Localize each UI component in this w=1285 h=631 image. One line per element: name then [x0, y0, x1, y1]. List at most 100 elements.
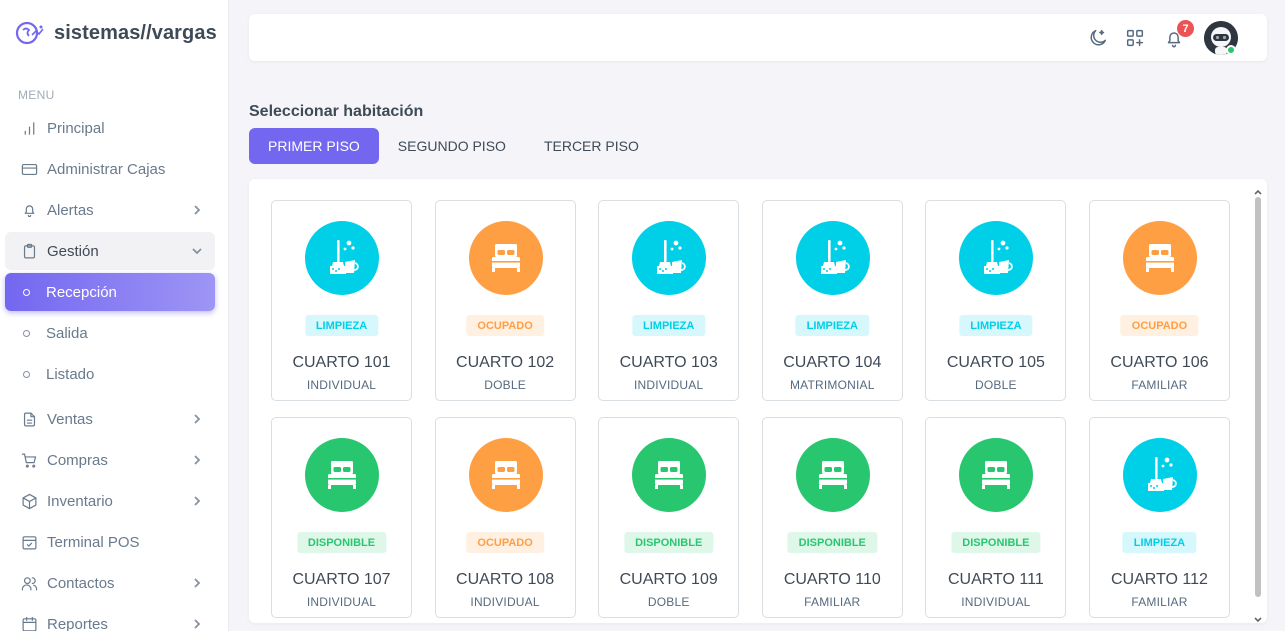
- moon-icon[interactable]: [1086, 26, 1110, 50]
- cleaning-icon: [632, 221, 707, 295]
- cleaning-icon: [795, 221, 870, 295]
- menu-header: MENU: [18, 88, 55, 102]
- sidebar-item-label: Listado: [46, 365, 95, 383]
- room-card[interactable]: DISPONIBLE CUARTO 111 INDIVIDUAL: [925, 417, 1067, 618]
- tab-tercer-piso[interactable]: TERCER PISO: [525, 128, 658, 164]
- top-navbar: 7: [249, 14, 1267, 61]
- tab-segundo-piso[interactable]: SEGUNDO PISO: [379, 128, 525, 164]
- sidebar-item-label: Compras: [47, 451, 108, 469]
- room-card[interactable]: OCUPADO CUARTO 106 FAMILIAR: [1088, 200, 1230, 401]
- chevron-down-icon: [191, 244, 203, 256]
- sidebar-menu: Principal Administrar Cajas Alertas Gest…: [5, 109, 215, 631]
- room-name: CUARTO 102: [456, 354, 555, 371]
- scroll-down-icon[interactable]: [1254, 611, 1262, 623]
- room-name: CUARTO 104: [783, 354, 882, 371]
- bed-icon: [468, 221, 543, 295]
- room-name: CUARTO 106: [1110, 354, 1209, 371]
- cleaning-icon: [959, 221, 1034, 295]
- sidebar-item-label: Contactos: [47, 574, 115, 592]
- bed-icon: [795, 438, 870, 512]
- chevron-right-icon: [191, 203, 203, 215]
- bed-icon: [959, 438, 1034, 512]
- sidebar: sistemas//vargas MENU Principal Administ…: [0, 0, 229, 631]
- rooms-panel: LIMPIEZA CUARTO 101 INDIVIDUAL OCUPADO CUART…: [249, 179, 1267, 623]
- status-badge: LIMPIEZA: [632, 315, 706, 336]
- sidebar-item-administrar-cajas[interactable]: Administrar Cajas: [5, 150, 215, 188]
- sidebar-item-reportes[interactable]: Reportes: [5, 605, 215, 631]
- sidebar-item-salida[interactable]: Salida: [5, 314, 215, 352]
- room-card[interactable]: LIMPIEZA CUARTO 103 INDIVIDUAL: [598, 200, 740, 401]
- chevron-right-icon: [191, 576, 203, 588]
- sidebar-item-alertas[interactable]: Alertas: [5, 191, 215, 229]
- sidebar-item-contactos[interactable]: Contactos: [5, 564, 215, 602]
- floor-tabs: PRIMER PISO SEGUNDO PISO TERCER PISO: [249, 128, 658, 164]
- status-badge: DISPONIBLE: [624, 532, 714, 553]
- calendar-check-icon: [20, 533, 38, 551]
- room-card[interactable]: LIMPIEZA CUARTO 105 DOBLE: [925, 200, 1067, 401]
- chevron-right-icon: [191, 617, 203, 629]
- shopping-cart-icon: [20, 451, 38, 469]
- room-type: INDIVIDUAL: [306, 378, 377, 392]
- bullet-icon: [23, 329, 30, 337]
- sidebar-item-listado[interactable]: Listado: [5, 355, 215, 393]
- room-card[interactable]: DISPONIBLE CUARTO 109 DOBLE: [598, 417, 740, 618]
- sidebar-item-compras[interactable]: Compras: [5, 441, 215, 479]
- room-card[interactable]: OCUPADO CUARTO 108 INDIVIDUAL: [434, 417, 576, 618]
- room-type: INDIVIDUAL: [306, 595, 377, 609]
- room-card[interactable]: DISPONIBLE CUARTO 107 INDIVIDUAL: [271, 417, 412, 618]
- sidebar-item-label: Principal: [47, 119, 105, 137]
- room-name: CUARTO 110: [783, 571, 881, 588]
- brand-logo-icon: [15, 21, 44, 45]
- status-badge: DISPONIBLE: [296, 532, 387, 553]
- status-badge: OCUPADO: [1120, 315, 1199, 336]
- room-type: INDIVIDUAL: [470, 595, 540, 609]
- room-type: INDIVIDUAL: [961, 595, 1031, 609]
- chevron-right-icon: [191, 412, 203, 424]
- grid-plus-icon[interactable]: [1123, 26, 1147, 50]
- room-grid: LIMPIEZA CUARTO 101 INDIVIDUAL OCUPADO CUART…: [271, 200, 1230, 618]
- sidebar-item-inventario[interactable]: Inventario: [5, 482, 215, 520]
- sidebar-item-label: Gestión: [47, 242, 99, 260]
- notification-badge: 7: [1177, 20, 1194, 37]
- tab-primer-piso[interactable]: PRIMER PISO: [249, 128, 379, 164]
- file-text-icon: [20, 410, 38, 428]
- status-badge: LIMPIEZA: [304, 315, 379, 336]
- cleaning-icon: [305, 221, 379, 295]
- sidebar-item-label: Ventas: [47, 410, 93, 428]
- sidebar-item-recepcion[interactable]: Recepción: [5, 273, 215, 311]
- status-badge: DISPONIBLE: [951, 532, 1041, 553]
- bullet-icon: [23, 370, 30, 378]
- room-type: FAMILIAR: [1131, 595, 1188, 609]
- bullet-icon: [23, 288, 30, 296]
- sidebar-item-label: Recepción: [46, 283, 117, 301]
- sidebar-item-terminal-pos[interactable]: Terminal POS: [5, 523, 215, 561]
- scroll-up-icon[interactable]: [1254, 183, 1262, 195]
- status-badge: DISPONIBLE: [787, 532, 877, 553]
- scrollbar[interactable]: [1253, 183, 1263, 623]
- room-name: CUARTO 112: [1111, 571, 1208, 588]
- bed-icon: [632, 438, 707, 512]
- brand-name: sistemas//vargas: [54, 21, 217, 44]
- room-card[interactable]: DISPONIBLE CUARTO 110 FAMILIAR: [761, 417, 903, 618]
- room-card[interactable]: OCUPADO CUARTO 102 DOBLE: [434, 200, 576, 401]
- sidebar-item-label: Reportes: [47, 615, 108, 631]
- sidebar-item-ventas[interactable]: Ventas: [5, 400, 215, 438]
- online-status-dot: [1226, 45, 1236, 55]
- calendar-icon: [20, 615, 38, 631]
- brand[interactable]: sistemas//vargas: [14, 18, 217, 48]
- sidebar-item-gestion[interactable]: Gestión: [5, 232, 215, 270]
- room-name: CUARTO 111: [948, 571, 1044, 588]
- room-card[interactable]: LIMPIEZA CUARTO 101 INDIVIDUAL: [271, 200, 412, 401]
- room-name: CUARTO 101: [292, 354, 391, 371]
- sidebar-item-label: Administrar Cajas: [47, 160, 166, 178]
- bed-icon: [468, 438, 543, 512]
- room-card[interactable]: LIMPIEZA CUARTO 104 MATRIMONIAL: [761, 200, 903, 401]
- room-card[interactable]: LIMPIEZA CUARTO 112 FAMILIAR: [1088, 417, 1230, 618]
- room-name: CUARTO 103: [619, 354, 718, 371]
- sidebar-item-label: Terminal POS: [47, 533, 140, 551]
- clipboard-icon: [20, 242, 38, 260]
- credit-card-icon: [20, 160, 38, 178]
- room-type: FAMILIAR: [804, 595, 861, 609]
- scroll-thumb[interactable]: [1255, 197, 1261, 597]
- sidebar-item-principal[interactable]: Principal: [5, 109, 215, 147]
